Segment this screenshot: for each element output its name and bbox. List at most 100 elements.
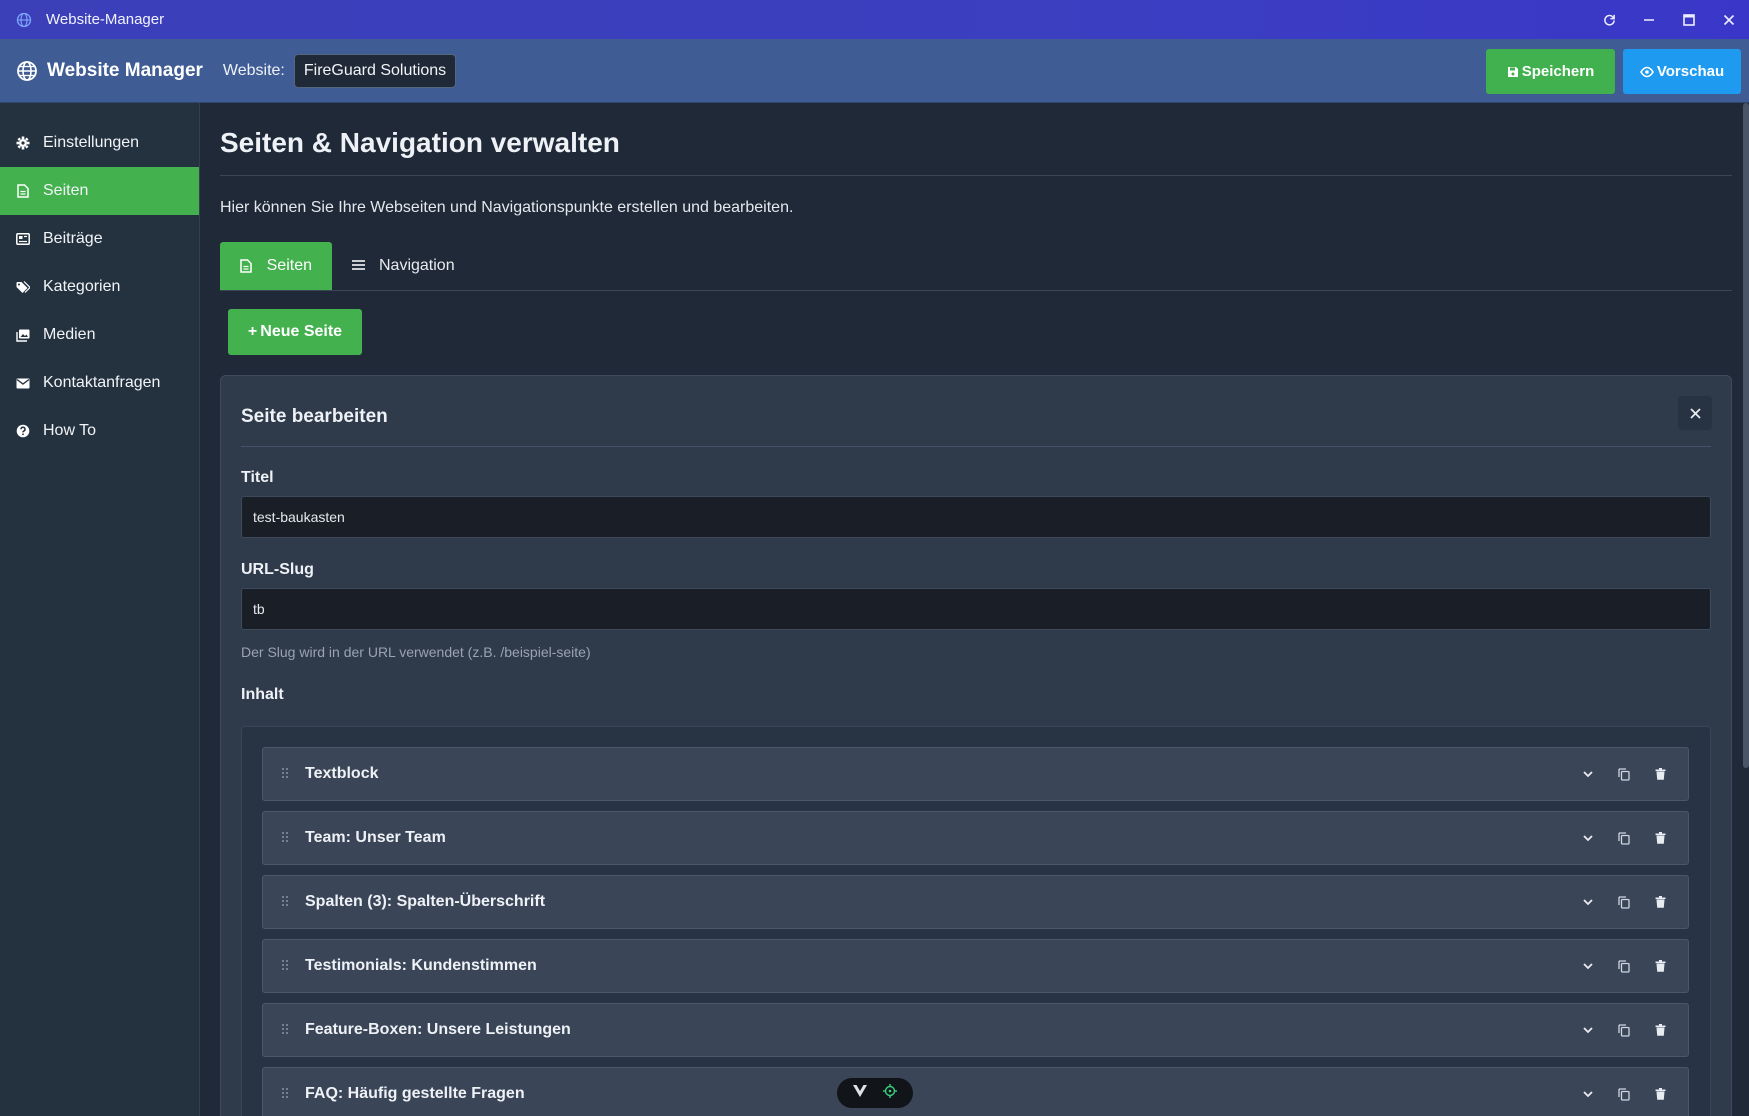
- content-blocks: Textblock Team: Unser Team Spalten (3): …: [241, 726, 1711, 1116]
- sidebar-item-how-to[interactable]: How To: [0, 407, 199, 455]
- block-actions: [1576, 940, 1672, 992]
- newspaper-icon: [16, 232, 30, 246]
- content-block[interactable]: FAQ: Häufig gestellte Fragen: [262, 1067, 1689, 1116]
- file-icon: [240, 259, 254, 273]
- tags-icon: [16, 280, 30, 294]
- tab-label: Navigation: [379, 257, 455, 274]
- content-block[interactable]: Team: Unser Team: [262, 811, 1689, 865]
- header-actions: Speichern Vorschau: [1486, 49, 1741, 94]
- vue-logo-icon[interactable]: [853, 1084, 867, 1102]
- chevron-down-icon[interactable]: [1576, 1018, 1600, 1042]
- sidebar-item-kategorien[interactable]: Kategorien: [0, 263, 199, 311]
- drag-handle-icon[interactable]: [281, 959, 291, 973]
- sidebar-item-einstellungen[interactable]: Einstellungen: [0, 119, 199, 167]
- content-block[interactable]: Feature-Boxen: Unsere Leistungen: [262, 1003, 1689, 1057]
- trash-icon[interactable]: [1648, 826, 1672, 850]
- title-label: Titel: [241, 469, 274, 486]
- scrollbar[interactable]: [1743, 103, 1749, 768]
- sidebar-item-beitraege[interactable]: Beiträge: [0, 215, 199, 263]
- save-button[interactable]: Speichern: [1486, 49, 1615, 94]
- sidebar-item-label: Kategorien: [43, 278, 121, 295]
- brand-name: Website Manager: [47, 59, 203, 81]
- block-title: Testimonials: Kundenstimmen: [305, 957, 537, 974]
- copy-icon[interactable]: [1612, 826, 1636, 850]
- window-titlebar: Website-Manager: [0, 0, 1749, 39]
- chevron-down-icon[interactable]: [1576, 762, 1600, 786]
- window-controls: [1589, 0, 1749, 39]
- maximize-icon[interactable]: [1669, 0, 1709, 39]
- sidebar-item-medien[interactable]: Medien: [0, 311, 199, 359]
- preview-button[interactable]: Vorschau: [1623, 49, 1741, 94]
- trash-icon[interactable]: [1648, 1082, 1672, 1106]
- reload-icon[interactable]: [1589, 0, 1629, 39]
- sidebar-item-label: Medien: [43, 326, 96, 343]
- sidebar-item-label: Kontaktanfragen: [43, 374, 161, 391]
- drag-handle-icon[interactable]: [281, 1023, 291, 1037]
- new-page-label: Neue Seite: [260, 323, 343, 340]
- tab-bar: Seiten Navigation: [220, 242, 1732, 291]
- title-input[interactable]: [241, 496, 1711, 538]
- drag-handle-icon[interactable]: [281, 831, 291, 845]
- drag-handle-icon[interactable]: [281, 767, 291, 781]
- sidebar-item-seiten[interactable]: Seiten: [0, 167, 199, 215]
- tab-label: Seiten: [266, 257, 312, 274]
- trash-icon[interactable]: [1648, 762, 1672, 786]
- file-icon: [16, 184, 30, 198]
- sidebar-item-label: Seiten: [43, 182, 89, 199]
- content-block[interactable]: Testimonials: Kundenstimmen: [262, 939, 1689, 993]
- block-title: Spalten (3): Spalten-Überschrift: [305, 893, 546, 910]
- save-label: Speichern: [1521, 63, 1595, 80]
- slug-label: URL-Slug: [241, 561, 314, 578]
- close-panel-button[interactable]: [1678, 396, 1712, 430]
- slug-input[interactable]: [241, 588, 1711, 630]
- trash-icon[interactable]: [1648, 954, 1672, 978]
- minimize-icon[interactable]: [1629, 0, 1669, 39]
- chevron-down-icon[interactable]: [1576, 890, 1600, 914]
- block-title: Textblock: [305, 765, 379, 782]
- drag-handle-icon[interactable]: [281, 1087, 291, 1101]
- copy-icon[interactable]: [1612, 762, 1636, 786]
- website-select[interactable]: FireGuard Solutions: [293, 53, 457, 88]
- sidebar: Einstellungen Seiten Beiträge Kategorien…: [0, 103, 200, 1116]
- chevron-down-icon[interactable]: [1576, 954, 1600, 978]
- app-header: Website Manager Website: FireGuard Solut…: [0, 39, 1749, 103]
- globe-icon: [16, 12, 32, 28]
- content-block[interactable]: Spalten (3): Spalten-Überschrift: [262, 875, 1689, 929]
- content-label: Inhalt: [241, 686, 284, 703]
- close-window-icon[interactable]: [1709, 0, 1749, 39]
- tab-seiten[interactable]: Seiten: [220, 242, 332, 290]
- copy-icon[interactable]: [1612, 1082, 1636, 1106]
- copy-icon[interactable]: [1612, 1018, 1636, 1042]
- block-actions: [1576, 1004, 1672, 1056]
- trash-icon[interactable]: [1648, 890, 1672, 914]
- window-title: Website-Manager: [46, 11, 165, 28]
- globe-icon: [16, 60, 38, 82]
- new-page-button[interactable]: + Neue Seite: [228, 309, 362, 355]
- page-intro: Hier können Sie Ihre Webseiten und Navig…: [220, 199, 794, 216]
- drag-handle-icon[interactable]: [281, 895, 291, 909]
- chevron-down-icon[interactable]: [1576, 1082, 1600, 1106]
- floating-toolbar: [837, 1078, 913, 1108]
- block-actions: [1576, 748, 1672, 800]
- sidebar-item-label: Beiträge: [43, 230, 103, 247]
- divider: [241, 446, 1711, 447]
- block-title: FAQ: Häufig gestellte Fragen: [305, 1085, 525, 1102]
- copy-icon[interactable]: [1612, 954, 1636, 978]
- sidebar-item-kontaktanfragen[interactable]: Kontaktanfragen: [0, 359, 199, 407]
- question-circle-icon: [16, 424, 30, 438]
- images-icon: [16, 328, 30, 342]
- floppy-icon: [1507, 66, 1518, 77]
- tab-navigation[interactable]: Navigation: [332, 242, 475, 290]
- envelope-icon: [16, 376, 30, 390]
- block-actions: [1576, 876, 1672, 928]
- slug-hint: Der Slug wird in der URL verwendet (z.B.…: [241, 644, 591, 660]
- trash-icon[interactable]: [1648, 1018, 1672, 1042]
- crosshair-icon[interactable]: [883, 1083, 897, 1103]
- brand: Website Manager: [0, 60, 203, 82]
- chevron-down-icon[interactable]: [1576, 826, 1600, 850]
- copy-icon[interactable]: [1612, 890, 1636, 914]
- panel-title: Seite bearbeiten: [241, 406, 388, 427]
- edit-page-panel: Seite bearbeiten Titel URL-Slug Der Slug…: [220, 375, 1732, 1116]
- content-block[interactable]: Textblock: [262, 747, 1689, 801]
- sidebar-item-label: Einstellungen: [43, 134, 140, 151]
